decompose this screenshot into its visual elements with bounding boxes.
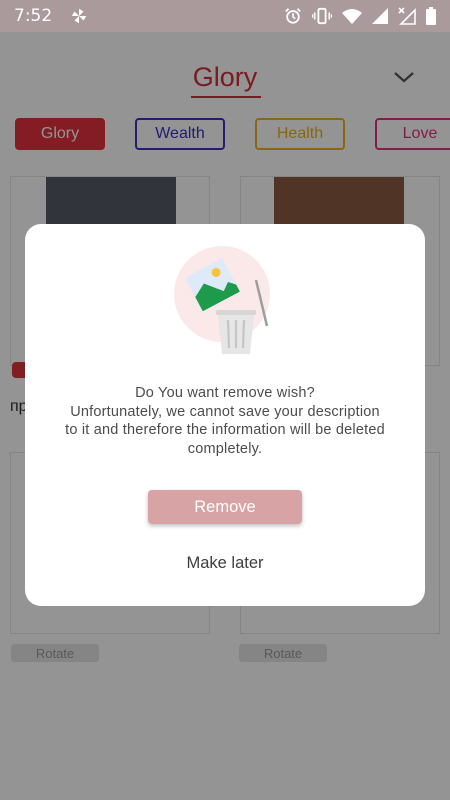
- delete-image-trash-icon: [174, 246, 270, 354]
- remove-button[interactable]: Remove: [148, 490, 302, 524]
- message-line: to it and therefore the information will…: [65, 422, 385, 438]
- pinwheel-icon: [71, 8, 87, 24]
- status-time: 7:52: [14, 6, 53, 26]
- no-data-signal-icon: [398, 7, 416, 25]
- make-later-button[interactable]: Make later: [145, 550, 305, 576]
- message-line: completely.: [187, 440, 263, 457]
- message-line: Do You want remove wish?: [135, 385, 315, 401]
- wifi-icon: [342, 9, 362, 24]
- alarm-icon: [285, 8, 301, 24]
- message-line: Unfortunately, we cannot save your descr…: [70, 403, 380, 420]
- status-icons: [284, 7, 436, 25]
- vibrate-icon: [312, 7, 332, 25]
- remove-wish-dialog: Do You want remove wish? Unfortunately, …: [25, 224, 425, 606]
- status-bar: 7:52: [0, 0, 450, 32]
- battery-icon: [426, 7, 436, 25]
- dialog-message: Do You want remove wish? Unfortunately, …: [45, 384, 405, 458]
- signal-icon: [372, 8, 388, 24]
